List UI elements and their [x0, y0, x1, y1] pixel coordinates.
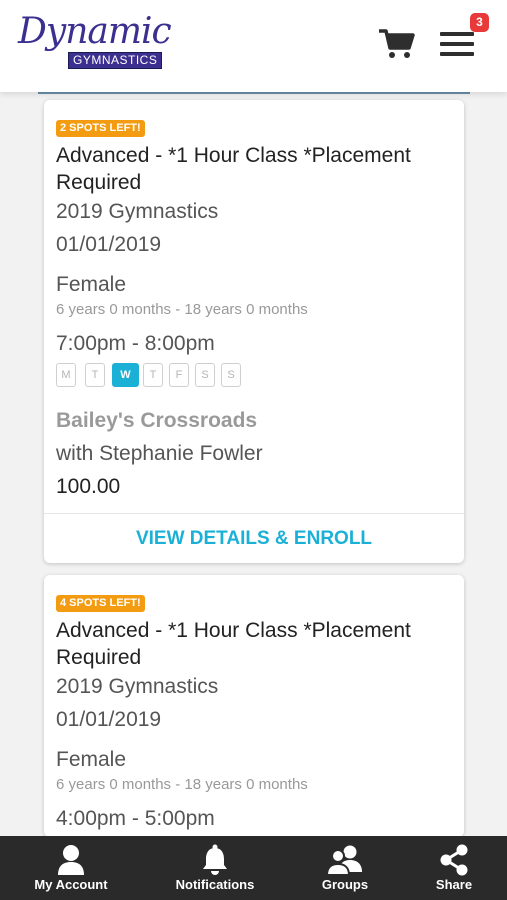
share-icon — [440, 844, 468, 876]
logo-script-text: Dynamic — [18, 11, 172, 52]
class-card[interactable]: 4 SPOTS LEFT! Advanced - *1 Hour Class *… — [44, 575, 464, 837]
nav-label: Groups — [321, 877, 369, 892]
class-time: 7:00pm - 8:00pm — [56, 332, 215, 355]
user-icon — [58, 845, 84, 875]
class-date: 01/01/2019 — [56, 233, 162, 256]
class-gender: Female — [56, 273, 127, 296]
class-title: Advanced - *1 Hour Class *Placement Requ… — [56, 144, 411, 194]
header-divider — [38, 92, 470, 94]
bottom-nav-bar: My Account Notifications Groups Share — [0, 836, 507, 900]
class-gender: Female — [56, 748, 127, 771]
class-program: 2019 Gymnastics — [56, 200, 219, 223]
logo-sub-text: GYMNASTICS — [68, 52, 163, 69]
dynamic-gymnastics-logo[interactable]: Dynamic GYMNASTICS — [18, 11, 172, 74]
class-title: Advanced - *1 Hour Class *Placement Requ… — [56, 619, 411, 669]
class-time: 4:00pm - 5:00pm — [56, 807, 215, 830]
cart-icon[interactable] — [378, 28, 416, 60]
day-thursday: T — [143, 363, 163, 387]
nav-label: Notifications — [175, 877, 255, 892]
class-age-range: 6 years 0 months - 18 years 0 months — [56, 301, 308, 318]
group-icon — [326, 845, 362, 876]
view-details-enroll-button[interactable]: VIEW DETAILS & ENROLL — [44, 513, 464, 563]
app-header: Dynamic GYMNASTICS 3 — [0, 0, 507, 92]
day-sunday: S — [221, 363, 241, 387]
class-program: 2019 Gymnastics — [56, 675, 219, 698]
hamburger-menu-icon[interactable] — [440, 30, 476, 58]
menu-notification-badge: 3 — [470, 13, 489, 32]
class-card[interactable]: 2 SPOTS LEFT! Advanced - *1 Hour Class *… — [44, 100, 464, 563]
class-price: 100.00 — [56, 475, 121, 498]
bell-icon — [203, 844, 227, 875]
nav-share[interactable]: Share — [399, 836, 507, 900]
nav-groups[interactable]: Groups — [290, 836, 400, 900]
class-location: Bailey's Crossroads — [56, 409, 258, 432]
nav-label: Share — [435, 877, 473, 892]
class-instructor: with Stephanie Fowler — [56, 442, 263, 465]
class-age-range: 6 years 0 months - 18 years 0 months — [56, 776, 308, 793]
nav-my-account[interactable]: My Account — [16, 836, 126, 900]
class-date: 01/01/2019 — [56, 708, 162, 731]
day-monday: M — [56, 363, 76, 387]
nav-notifications[interactable]: Notifications — [160, 836, 270, 900]
nav-label: My Account — [34, 877, 108, 892]
day-friday: F — [169, 363, 189, 387]
spots-left-badge: 4 SPOTS LEFT! — [56, 595, 145, 612]
day-wednesday: W — [112, 363, 139, 387]
day-tuesday: T — [85, 363, 105, 387]
spots-left-badge: 2 SPOTS LEFT! — [56, 120, 145, 137]
day-saturday: S — [195, 363, 215, 387]
